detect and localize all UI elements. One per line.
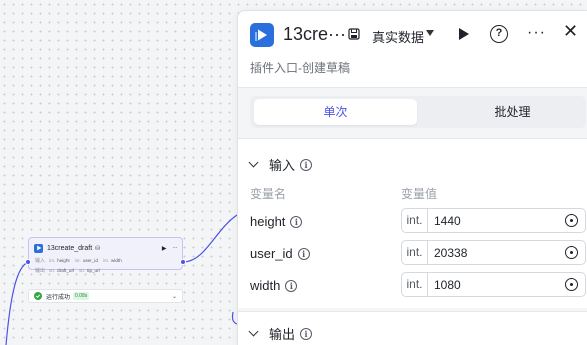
success-check-icon: [34, 292, 42, 300]
node-input-tag: int. user_id: [74, 257, 98, 263]
caret-down-icon[interactable]: [426, 30, 434, 36]
more-icon[interactable]: ···: [527, 24, 546, 42]
tab-single[interactable]: 单次: [254, 99, 417, 125]
info-icon[interactable]: i: [300, 327, 313, 340]
info-icon[interactable]: i: [285, 279, 298, 292]
chevron-down-icon[interactable]: [248, 326, 259, 337]
info-icon[interactable]: i: [300, 158, 313, 171]
output-section-title: 输出: [269, 327, 296, 342]
node-input-tag: int. height: [49, 257, 70, 263]
param-row-height: height i int. 1440: [238, 208, 587, 236]
param-value-input[interactable]: int. 1080: [401, 272, 586, 297]
type-badge: int.: [402, 273, 428, 296]
outgoing-connection: [182, 214, 238, 263]
run-button[interactable]: [459, 28, 469, 40]
incoming-connection: [5, 261, 30, 345]
chevron-down-icon[interactable]: [248, 157, 259, 168]
type-badge: int.: [402, 209, 428, 232]
tab-batch[interactable]: 批处理: [431, 99, 587, 125]
param-value[interactable]: 1080: [434, 278, 461, 292]
param-value-input[interactable]: int. 1440: [401, 208, 586, 233]
node-input-label: 输入: [35, 257, 46, 264]
workflow-node[interactable]: 13create_draft ⛁ ▶ ··· 输入 int. height int…: [25, 237, 186, 274]
info-icon[interactable]: i: [297, 247, 310, 260]
col-header-value: 变量值: [401, 187, 438, 201]
param-row-width: width i int. 1080: [238, 272, 587, 300]
reference-variable-icon[interactable]: [565, 246, 578, 259]
node-input-port[interactable]: [25, 259, 31, 265]
input-section: 输入 i 变量名 变量值 height i int. 1440 user_id i …: [238, 138, 587, 308]
node-run-icon[interactable]: ▶: [162, 245, 167, 252]
node-title: 13create_draft: [47, 244, 93, 252]
node-output-label: 输出: [35, 267, 46, 274]
panel-subtitle: 插件入口-创建草稿: [250, 61, 350, 75]
reference-variable-icon[interactable]: [565, 214, 578, 227]
type-badge: int.: [402, 241, 428, 264]
node-output-port[interactable]: [180, 259, 186, 265]
node-more-icon[interactable]: ···: [173, 245, 178, 251]
panel-body: 单次 批处理 输入 i 变量名 变量值 height i int. 1440 us…: [238, 88, 587, 345]
col-header-name: 变量名: [250, 187, 287, 201]
param-value-input[interactable]: int. 20338: [401, 240, 586, 265]
panel-header: 13cre··· 真实数据 ? ··· ✕ 插件入口-创建草稿: [238, 11, 587, 88]
run-mode-tabs: 单次 批处理: [250, 96, 586, 128]
param-name: width i: [250, 278, 298, 293]
info-icon[interactable]: i: [290, 215, 303, 228]
help-icon[interactable]: ?: [490, 25, 508, 43]
data-mode-select[interactable]: 真实数据: [372, 27, 424, 46]
output-section: 输出 i: [238, 311, 587, 345]
close-icon[interactable]: ✕: [563, 21, 578, 42]
panel-title: 13cre···: [283, 24, 347, 44]
plugin-logo-icon: [250, 23, 274, 47]
param-value[interactable]: 1440: [434, 214, 461, 228]
node-run-status[interactable]: 运行成功 0.08s ⌄: [28, 289, 183, 303]
param-row-user-id: user_id i int. 20338: [238, 240, 587, 268]
node-output-tag: str. draft_url: [49, 267, 74, 273]
duration-badge: 0.08s: [73, 292, 90, 300]
plugin-logo-icon: [34, 243, 43, 253]
param-value[interactable]: 20338: [434, 246, 467, 260]
node-output-tag: str. tip_url: [79, 267, 100, 273]
save-icon: ⛁: [95, 245, 101, 252]
input-section-header[interactable]: 输入 i: [248, 155, 313, 174]
status-text: 运行成功: [46, 294, 71, 301]
node-test-panel: 13cre··· 真实数据 ? ··· ✕ 插件入口-创建草稿 单次 批处理 输…: [237, 10, 587, 345]
node-input-tag: int. width: [102, 257, 122, 263]
save-icon[interactable]: [348, 28, 360, 40]
reference-variable-icon[interactable]: [565, 278, 578, 291]
param-name: height i: [250, 214, 303, 229]
output-section-header[interactable]: 输出 i: [248, 324, 313, 343]
chevron-down-icon[interactable]: ⌄: [172, 293, 177, 300]
input-section-title: 输入: [269, 158, 296, 173]
param-name: user_id i: [250, 246, 310, 261]
